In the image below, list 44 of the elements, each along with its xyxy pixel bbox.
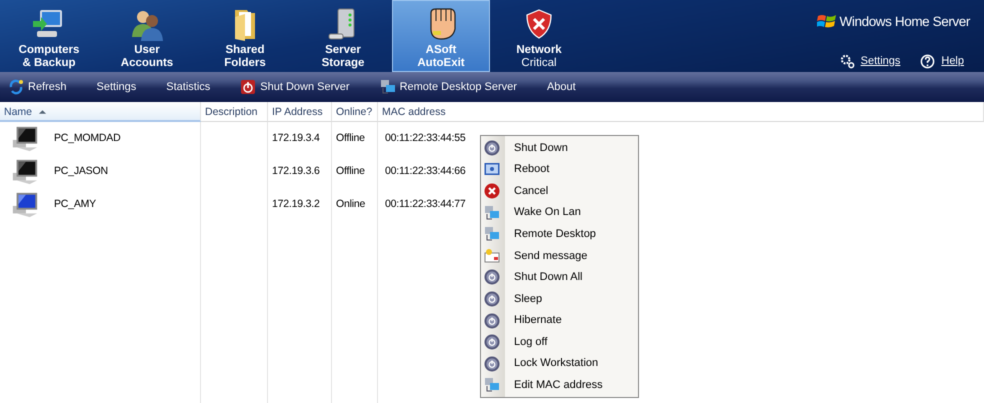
brand-name: Windows Home Server [840,13,970,31]
menu-item[interactable]: Shut Down All [481,266,638,288]
menu-item[interactable]: Sleep [481,288,638,310]
mac-address: 00:11:22:33:44:66 [385,164,466,179]
menu-item[interactable]: Send message [481,244,638,267]
tab[interactable]: Network Critical [490,0,588,72]
tab[interactable]: Shared Folders [196,0,294,72]
menu-item[interactable]: Remote Desktop [481,223,638,245]
menu-item[interactable]: Log off [481,331,638,353]
column-header[interactable]: Online? [332,102,378,122]
tab[interactable]: Server Storage [294,0,392,72]
menu-item[interactable]: Cancel [481,180,638,202]
header-link[interactable]: Settings [840,53,900,70]
column-header[interactable]: Name [0,102,201,122]
mac-address: 00:11:22:33:44:77 [385,196,466,212]
computer-name: PC_AMY [54,196,96,212]
online-status: Online [336,196,366,212]
ip-address: 172.19.3.6 [272,164,320,179]
toolbar-button[interactable]: Statistics [164,78,224,96]
ip-address: 172.19.3.2 [272,196,320,212]
menu-item[interactable]: Edit MAC address [481,374,638,396]
menu-item[interactable]: Hibernate [481,310,638,332]
online-status: Offline [336,164,365,179]
computer-name: PC_MOMDAD [54,130,120,146]
menu-item[interactable]: Lock Workstation [481,352,638,375]
column-header[interactable]: MAC address [378,102,984,122]
tab[interactable]: Computers & Backup [0,0,98,72]
toolbar-button[interactable]: About [544,78,590,96]
tab[interactable]: User Accounts [98,0,196,72]
toolbar-button[interactable]: Refresh [6,78,81,96]
online-status: Offline [336,130,365,146]
menu-item[interactable]: Reboot [481,158,638,180]
menu-item[interactable]: Wake On Lan [481,202,638,224]
menu-item[interactable]: Shut Down [481,137,638,159]
column-header[interactable]: Description [201,102,268,122]
toolbar-button[interactable]: Remote Desktop Server [378,78,531,96]
tab[interactable]: ASoft AutoExit [392,0,490,72]
ip-address: 172.19.3.4 [272,130,320,146]
header-link[interactable]: Help [920,53,964,70]
toolbar-button[interactable]: Shut Down Server [238,78,364,96]
toolbar-button[interactable]: Settings [94,78,150,96]
computer-name: PC_JASON [54,164,108,179]
mac-address: 00:11:22:33:44:55 [385,130,466,146]
column-header[interactable]: IP Address [268,102,332,122]
